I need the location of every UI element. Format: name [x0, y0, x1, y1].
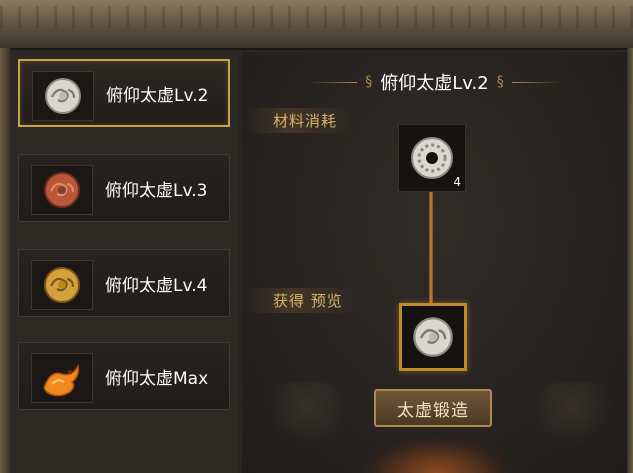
title-divider-right — [511, 81, 560, 83]
item-label: 俯仰太虚Max — [105, 368, 209, 389]
item-slot — [31, 353, 93, 403]
result-preview-label: 获得 预览 — [245, 288, 357, 313]
item-slot — [32, 71, 94, 121]
result-slot[interactable] — [399, 303, 467, 371]
materials-label: 材料消耗 — [245, 108, 352, 133]
material-count: 4 — [453, 175, 461, 189]
item-label: 俯仰太虚Lv.2 — [106, 85, 209, 106]
item-slot — [31, 260, 93, 310]
list-item-lv4[interactable]: 俯仰太虚Lv.4 — [18, 249, 230, 317]
forge-button[interactable]: 太虚锻造 — [374, 389, 492, 427]
silver-ring-disc-icon — [411, 137, 453, 179]
item-label: 俯仰太虚Lv.3 — [105, 180, 208, 201]
window-right-frame — [627, 48, 633, 473]
window-left-frame — [0, 48, 10, 473]
orange-dragon-icon — [43, 363, 80, 397]
cloud-ornament-icon: § — [365, 74, 373, 90]
silver-dragon-disc-icon — [45, 78, 81, 114]
dragon-decoration-right — [527, 382, 617, 442]
list-item-lv3[interactable]: 俯仰太虚Lv.3 — [18, 154, 230, 222]
window-top-frame — [0, 0, 633, 50]
material-slot[interactable]: 4 — [398, 124, 466, 192]
silver-dragon-disc-icon — [413, 317, 453, 357]
list-item-max[interactable]: 俯仰太虚Max — [18, 342, 230, 410]
detail-title-row: § 俯仰太虚Lv.2 § — [242, 67, 627, 97]
cloud-ornament-icon: § — [496, 74, 504, 90]
list-item-lv2[interactable]: 俯仰太虚Lv.2 — [18, 59, 230, 127]
detail-title: 俯仰太虚Lv.2 — [380, 73, 489, 94]
dragon-decoration-left — [262, 382, 352, 442]
title-divider-left — [309, 81, 358, 83]
forge-connector-line — [429, 192, 433, 304]
detail-panel: § 俯仰太虚Lv.2 § 材料消耗 4 获得 预览 太虚锻造 — [242, 52, 627, 473]
item-label: 俯仰太虚Lv.4 — [105, 275, 208, 296]
fire-effect — [362, 437, 512, 473]
item-slot — [31, 165, 93, 215]
item-list-panel: 俯仰太虚Lv.2 俯仰太虚Lv.3 俯仰太虚Lv.4 俯仰太虚Max — [10, 52, 238, 473]
red-dragon-disc-icon — [44, 172, 80, 208]
gold-dragon-disc-icon — [44, 267, 80, 303]
